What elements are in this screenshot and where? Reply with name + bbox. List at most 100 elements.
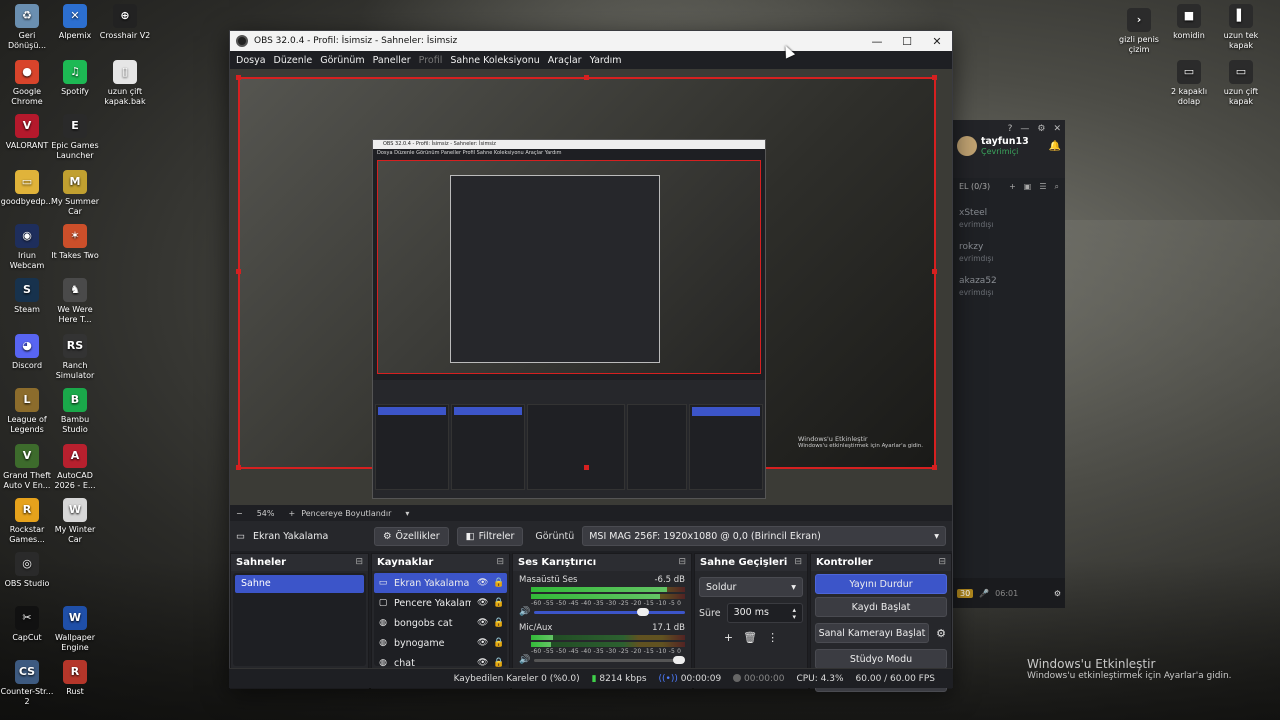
resize-handle[interactable]	[236, 269, 241, 274]
desktop-shortcut[interactable]: ♞ We Were Here T...	[48, 278, 102, 325]
menu-item[interactable]: Paneller	[369, 55, 415, 66]
game-icon[interactable]: ⚙	[1054, 589, 1061, 598]
desktop-shortcut[interactable]: RS Ranch Simulator	[48, 334, 102, 381]
resize-handle[interactable]	[584, 75, 589, 80]
preview-source-frame[interactable]: OBS 32.0.4 - Profil: İsimsiz - Sahneler:…	[238, 77, 936, 499]
lock-icon[interactable]: 🔒	[493, 578, 504, 588]
speaker-icon[interactable]: 🔊	[519, 607, 530, 617]
desktop-shortcut[interactable]: E Epic Games Launcher	[48, 114, 102, 161]
title-bar[interactable]: OBS 32.0.4 - Profil: İsimsiz - Sahneler:…	[230, 31, 952, 51]
desktop-shortcut[interactable]: ● Google Chrome	[0, 60, 54, 107]
start-recording-button[interactable]: Kaydı Başlat	[815, 597, 947, 617]
dock-menu-icon[interactable]: ⊟	[678, 557, 686, 568]
source-item[interactable]: ▢ Pencere Yakalam... 👁 🔒	[374, 593, 507, 613]
discord-window[interactable]: ? — ⚙ ✕ tayfun13 Çevrimiçi 🔔 EL (0/3) + …	[953, 120, 1065, 608]
lock-icon[interactable]: 🔒	[493, 658, 504, 668]
search-icon[interactable]: ⌕	[1055, 182, 1059, 192]
volume-slider[interactable]	[534, 655, 685, 664]
desktop-shortcut[interactable]: R Rust	[48, 660, 102, 697]
eye-icon[interactable]: 👁	[477, 598, 488, 608]
minimize-icon[interactable]: —	[1020, 124, 1029, 134]
desktop-shortcut[interactable]: ⊕ Crosshair V2	[98, 4, 152, 41]
obs-window[interactable]: OBS 32.0.4 - Profil: İsimsiz - Sahneler:…	[229, 30, 953, 692]
desktop-shortcut[interactable]: V VALORANT	[0, 114, 54, 151]
desktop-shortcut[interactable]: ▯ uzun çift kapak.bak	[98, 60, 152, 107]
eye-icon[interactable]: 👁	[477, 578, 488, 588]
preview-canvas[interactable]: OBS 32.0.4 - Profil: İsimsiz - Sahneler:…	[230, 69, 952, 505]
desktop-shortcut[interactable]: CS Counter-Str... 2	[0, 660, 54, 707]
friend-item[interactable]: xSteel evrimdışı	[953, 206, 1065, 232]
close-icon[interactable]: ✕	[1053, 124, 1061, 134]
folder-icon[interactable]: ▣	[1024, 182, 1032, 192]
menu-item[interactable]: Sahne Koleksiyonu	[446, 55, 543, 66]
eye-icon[interactable]: 👁	[477, 618, 488, 628]
resize-handle[interactable]	[932, 75, 937, 80]
dock-menu-icon[interactable]: ⊟	[496, 557, 504, 568]
maximize-button[interactable]: ☐	[892, 35, 922, 48]
resize-handle[interactable]	[932, 269, 937, 274]
desktop-shortcut[interactable]: ▌ uzun tek kapak	[1214, 4, 1268, 51]
desktop-shortcut[interactable]: S Steam	[0, 278, 54, 315]
friend-item[interactable]: rokzy evrimdışı	[953, 240, 1065, 266]
resize-handle[interactable]	[236, 75, 241, 80]
zoom-in-button[interactable]: +	[288, 509, 295, 518]
desktop-shortcut[interactable]: ◉ Iriun Webcam	[0, 224, 54, 271]
desktop-shortcut[interactable]: B Bambu Studio	[48, 388, 102, 435]
desktop-shortcut[interactable]: ♫ Spotify	[48, 60, 102, 97]
bell-icon[interactable]: 🔔	[1049, 141, 1061, 152]
transition-select[interactable]: Soldur ▾	[699, 577, 803, 597]
resize-handle[interactable]	[236, 465, 241, 470]
desktop-shortcut[interactable]: A AutoCAD 2026 - E...	[48, 444, 102, 491]
studio-mode-button[interactable]: Stüdyo Modu	[815, 649, 947, 669]
menu-item[interactable]: Yardım	[586, 55, 626, 66]
source-item[interactable]: ◍ bongobs cat 👁 🔒	[374, 613, 507, 633]
menu-item[interactable]: Araçlar	[544, 55, 586, 66]
desktop-shortcut[interactable]: ◕ Discord	[0, 334, 54, 371]
lock-icon[interactable]: 🔒	[493, 598, 504, 608]
add-transition-button[interactable]: +	[724, 631, 733, 644]
desktop-shortcut[interactable]: ♻ Geri Dönüşü...	[0, 4, 54, 51]
desktop-shortcut[interactable]: M My Summer Car	[48, 170, 102, 217]
zoom-out-button[interactable]: −	[236, 509, 243, 518]
desktop-shortcut[interactable]: › gizli penis çizim	[1112, 8, 1166, 55]
properties-button[interactable]: ⚙ Özellikler	[374, 526, 449, 546]
minimize-button[interactable]: —	[862, 35, 892, 48]
transition-menu-icon[interactable]: ⋮	[767, 631, 778, 644]
source-item[interactable]: ▭ Ekran Yakalama 👁 🔒	[374, 573, 507, 593]
dock-menu-icon[interactable]: ⊟	[794, 557, 802, 568]
chevron-down-icon[interactable]: ▾	[405, 509, 409, 518]
stepper-icon[interactable]: ▴ ▾	[792, 607, 796, 621]
duration-input[interactable]: 300 ms ▴ ▾	[726, 603, 803, 623]
desktop-shortcut[interactable]: ▭ uzun çift kapak	[1214, 60, 1268, 107]
volume-slider-knob[interactable]	[673, 655, 685, 664]
desktop-shortcut[interactable]: V Grand Theft Auto V En...	[0, 444, 54, 491]
desktop-shortcut[interactable]: L League of Legends	[0, 388, 54, 435]
desktop-shortcut[interactable]: ✶ It Takes Two	[48, 224, 102, 261]
desktop-shortcut[interactable]: ◎ OBS Studio	[0, 552, 54, 589]
list-icon[interactable]: ☰	[1039, 182, 1046, 192]
menu-item[interactable]: Dosya	[232, 55, 270, 66]
dock-menu-icon[interactable]: ⊟	[355, 557, 363, 568]
start-virtual-camera-button[interactable]: Sanal Kamerayı Başlat	[815, 623, 929, 643]
settings-icon[interactable]: ⚙	[1037, 124, 1045, 134]
desktop-shortcut[interactable]: ✕ Alpemix	[48, 4, 102, 41]
menu-item[interactable]: Düzenle	[270, 55, 317, 66]
help-icon[interactable]: ?	[1008, 124, 1013, 134]
resize-handle[interactable]	[584, 465, 589, 470]
close-button[interactable]: ✕	[922, 35, 952, 48]
scene-item[interactable]: Sahne	[235, 575, 364, 593]
resize-to-window[interactable]: Pencereye Boyutlandır	[301, 509, 391, 518]
stop-streaming-button[interactable]: Yayını Durdur	[815, 574, 947, 594]
desktop-shortcut[interactable]: ▭ 2 kapaklı dolap	[1162, 60, 1216, 107]
desktop-shortcut[interactable]: ■ komidin	[1162, 4, 1216, 41]
desktop-shortcut[interactable]: ✂ CapCut	[0, 606, 54, 643]
desktop-shortcut[interactable]: ▭ goodbyedp...	[0, 170, 54, 207]
desktop-shortcut[interactable]: W My Winter Car	[48, 498, 102, 545]
friend-item[interactable]: akaza52 evrimdışı	[953, 274, 1065, 300]
remove-transition-button[interactable]: 🗑	[743, 631, 757, 644]
lock-icon[interactable]: 🔒	[493, 618, 504, 628]
filters-button[interactable]: ◧ Filtreler	[456, 526, 524, 546]
resize-handle[interactable]	[932, 465, 937, 470]
menu-item[interactable]: Profil	[415, 55, 447, 66]
eye-icon[interactable]: 👁	[477, 658, 488, 668]
